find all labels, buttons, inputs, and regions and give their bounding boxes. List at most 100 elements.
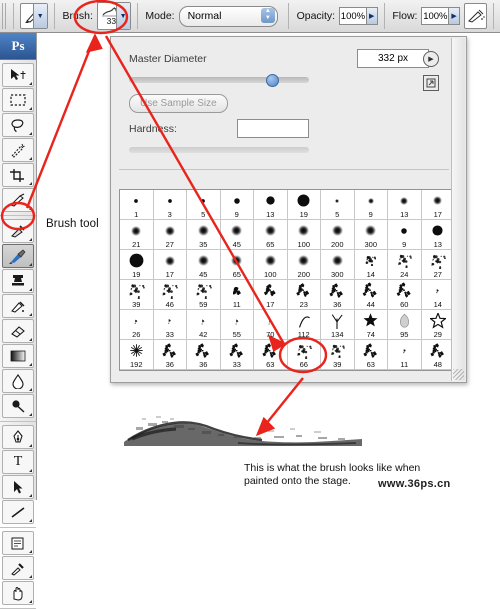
- brush-preset-cell[interactable]: 9: [220, 190, 254, 220]
- brush-preset-cell[interactable]: 26: [120, 310, 154, 340]
- tool-preset-dropdown-arrow[interactable]: ▼: [32, 4, 47, 28]
- healing-brush-tool[interactable]: [2, 219, 34, 243]
- brush-preset-cell[interactable]: 9: [354, 190, 388, 220]
- brush-preset-cell[interactable]: 300: [321, 250, 355, 280]
- brush-preset-cell[interactable]: 24: [388, 250, 422, 280]
- line-tool[interactable]: [2, 500, 34, 524]
- notes-tool[interactable]: [2, 531, 34, 555]
- brush-preset-cell[interactable]: 100: [254, 250, 288, 280]
- brush-preset-cell[interactable]: 63: [354, 340, 388, 370]
- brush-preset-cell[interactable]: 200: [321, 220, 355, 250]
- brush-preset-cell[interactable]: 5: [187, 190, 221, 220]
- brush-preset-cell[interactable]: 192: [120, 340, 154, 370]
- eraser-tool[interactable]: [2, 319, 34, 343]
- brush-preset-cell[interactable]: 95: [388, 310, 422, 340]
- brush-preset-cell[interactable]: 112: [287, 310, 321, 340]
- brush-preset-cell[interactable]: 9: [388, 220, 422, 250]
- master-diameter-slider[interactable]: [129, 74, 309, 87]
- brush-preset-cell[interactable]: 70: [254, 310, 288, 340]
- current-tool-swatch[interactable]: ▼: [20, 3, 48, 29]
- brush-preset-cell[interactable]: 5: [321, 190, 355, 220]
- brush-preset-cell[interactable]: 17: [153, 250, 187, 280]
- brush-preset-cell[interactable]: 36: [187, 340, 221, 370]
- panel-resize-grip[interactable]: [453, 369, 464, 380]
- brush-preset-cell[interactable]: 35: [187, 220, 221, 250]
- master-diameter-input[interactable]: 332 px: [357, 49, 429, 68]
- brush-preset-cell[interactable]: 21: [120, 220, 154, 250]
- brush-preset-cell[interactable]: 32: [120, 370, 154, 371]
- brush-preset-cell[interactable]: 19: [120, 250, 154, 280]
- brush-preset-cell[interactable]: 13: [388, 190, 422, 220]
- dodge-tool[interactable]: [2, 394, 34, 418]
- brush-preset-cell[interactable]: 42: [187, 310, 221, 340]
- history-brush-tool[interactable]: [2, 294, 34, 318]
- blur-tool[interactable]: [2, 369, 34, 393]
- brush-preset-cell[interactable]: 45: [187, 250, 221, 280]
- brush-preset-cell[interactable]: 63: [254, 340, 288, 370]
- brush-preset-grid[interactable]: 1 3 5 9 13 19 5 9 13 17 21 27 35 45 65 100 200 300 9 13 19 17…: [119, 189, 459, 371]
- brush-preset-cell[interactable]: 14: [354, 250, 388, 280]
- brush-preset-cell[interactable]: 55: [220, 310, 254, 340]
- brush-preset-cell[interactable]: 66: [287, 340, 321, 370]
- brush-preset-cell[interactable]: 200: [287, 250, 321, 280]
- pen-tool[interactable]: [2, 425, 34, 449]
- brush-preset-cell[interactable]: 44: [354, 280, 388, 310]
- brush-preset-cell[interactable]: 11: [388, 340, 422, 370]
- brush-preset-cell[interactable]: 300: [354, 220, 388, 250]
- brush-preset-cell[interactable]: 33: [220, 340, 254, 370]
- marquee-tool[interactable]: [2, 88, 34, 112]
- mode-stepper-arrows[interactable]: ▲ ▼: [260, 7, 275, 23]
- brush-preset-cell[interactable]: 60: [388, 280, 422, 310]
- brush-preset-cell[interactable]: 39: [120, 280, 154, 310]
- brush-preset-cell[interactable]: 3: [153, 190, 187, 220]
- brush-preset-cell[interactable]: 13: [254, 190, 288, 220]
- lasso-tool[interactable]: [2, 113, 34, 137]
- hand-tool[interactable]: [2, 581, 34, 605]
- mode-select[interactable]: Normal ▲ ▼: [178, 5, 278, 27]
- brush-preset-cell[interactable]: 23: [287, 280, 321, 310]
- brush-dropdown-arrow[interactable]: ▼: [115, 3, 130, 29]
- eyedropper-tool[interactable]: [2, 556, 34, 580]
- master-diameter-slider-knob[interactable]: [266, 74, 279, 87]
- new-preset-button[interactable]: [423, 75, 439, 91]
- brush-preset-cell[interactable]: 75: [221, 370, 255, 371]
- options-bar-grip[interactable]: [2, 3, 8, 29]
- brush-preset-cell[interactable]: 19: [287, 190, 321, 220]
- brush-preset-cell[interactable]: 1: [120, 190, 154, 220]
- brush-preset-cell[interactable]: 11: [220, 280, 254, 310]
- brush-preset-cell[interactable]: 46: [153, 280, 187, 310]
- brush-preset-cell[interactable]: 39: [321, 340, 355, 370]
- brush-preset-cell[interactable]: 17: [254, 280, 288, 310]
- brush-tool[interactable]: [2, 244, 34, 268]
- brush-preset-cell[interactable]: 65: [220, 250, 254, 280]
- brush-preset-cell[interactable]: 55: [154, 370, 188, 371]
- hardness-input[interactable]: [237, 119, 309, 138]
- brush-preset-cell[interactable]: 27: [153, 220, 187, 250]
- crop-tool[interactable]: [2, 163, 34, 187]
- hardness-slider[interactable]: [129, 147, 309, 153]
- panel-scrollbar[interactable]: [451, 38, 465, 381]
- use-sample-size-button[interactable]: Use Sample Size: [129, 94, 228, 113]
- slice-tool[interactable]: [2, 188, 34, 212]
- flow-input[interactable]: 100%: [421, 7, 450, 25]
- brush-preset-cell[interactable]: 100: [187, 370, 221, 371]
- brush-preset-cell[interactable]: 29: [421, 310, 455, 340]
- magic-wand-tool[interactable]: [2, 138, 34, 162]
- brush-preset-cell[interactable]: 45: [220, 220, 254, 250]
- panel-menu-button[interactable]: ▶: [423, 51, 439, 67]
- brush-preset-cell[interactable]: 74: [354, 310, 388, 340]
- clone-stamp-tool[interactable]: [2, 269, 34, 293]
- brush-preset-cell[interactable]: 332: [288, 370, 322, 371]
- airbrush-toggle-button[interactable]: [464, 3, 488, 29]
- move-tool[interactable]: [2, 63, 34, 87]
- brush-preset-cell[interactable]: 48: [421, 340, 455, 370]
- brush-preset-cell[interactable]: 13: [421, 220, 455, 250]
- brush-preset-cell[interactable]: 36: [321, 280, 355, 310]
- opacity-input[interactable]: 100%: [339, 7, 367, 25]
- brush-preset-chip[interactable]: 332 ▼: [96, 2, 131, 30]
- brush-preset-cell[interactable]: 33: [153, 310, 187, 340]
- brush-preset-cell[interactable]: 36: [153, 340, 187, 370]
- path-selection-tool[interactable]: [2, 475, 34, 499]
- brush-preset-cell[interactable]: 45: [254, 370, 288, 371]
- brush-preset-cell[interactable]: 59: [187, 280, 221, 310]
